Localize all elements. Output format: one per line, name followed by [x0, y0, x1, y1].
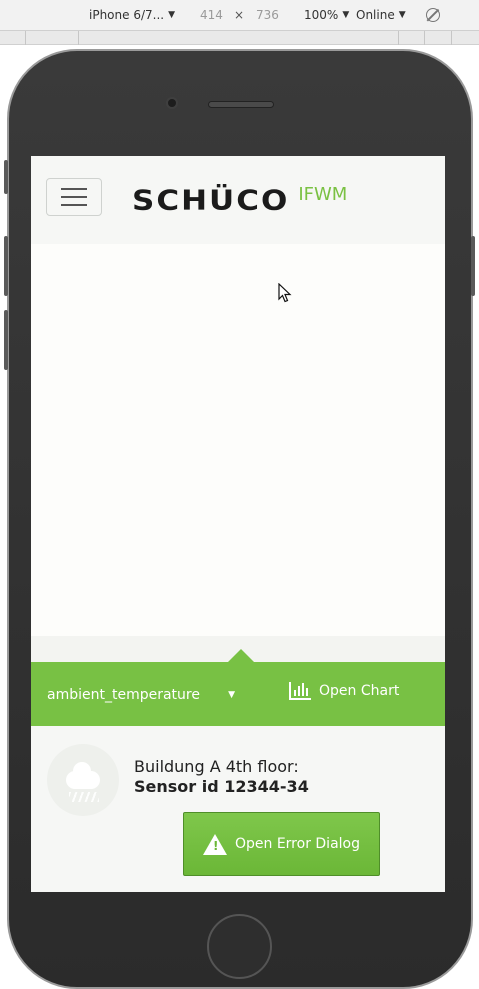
sensor-select-value: ambient_temperature: [47, 687, 200, 703]
ruler-segment[interactable]: [78, 31, 79, 45]
device-label: iPhone 6/7...: [89, 8, 165, 22]
device-select[interactable]: iPhone 6/7... ▼: [89, 8, 175, 22]
sensor-info-panel: Buildung A 4th floor: Sensor id 12344-34…: [31, 726, 445, 892]
ruler-segment[interactable]: [451, 31, 452, 45]
chevron-down-icon: ▼: [228, 690, 235, 700]
bar-chart-icon: [289, 682, 311, 700]
app-screen: SCHÜCO IFWM ambient_temperature ▼ Open C…: [31, 156, 445, 892]
brand-name: SCHÜCO: [132, 184, 290, 217]
home-button: [207, 914, 272, 979]
mute-switch: [4, 160, 8, 194]
devtools-toolbar: iPhone 6/7... ▼ 414 × 736 100% ▼ Online …: [0, 0, 479, 31]
open-chart-button[interactable]: Open Chart: [289, 682, 399, 700]
viewport-height[interactable]: 736: [256, 8, 279, 22]
sensor-bar: ambient_temperature ▼ Open Chart: [31, 662, 445, 726]
network-label: Online: [356, 8, 395, 22]
rain-cloud-icon: [66, 762, 100, 802]
sensor-id: Sensor id 12344-34: [134, 777, 309, 796]
ruler-segment[interactable]: [398, 31, 399, 45]
weather-badge: [47, 744, 119, 816]
zoom-select[interactable]: 100% ▼: [304, 8, 349, 22]
chevron-down-icon: ▼: [168, 10, 175, 20]
open-chart-label: Open Chart: [319, 683, 400, 699]
sensor-select[interactable]: ambient_temperature ▼: [47, 684, 237, 706]
hamburger-line: [61, 196, 87, 198]
dimension-separator: ×: [234, 8, 245, 22]
sensor-location: Buildung A 4th floor:: [134, 757, 299, 776]
open-error-dialog-label: Open Error Dialog: [234, 836, 360, 852]
warning-icon: !: [202, 833, 227, 855]
zoom-label: 100%: [304, 8, 339, 22]
viewport-width[interactable]: 414: [200, 8, 223, 22]
volume-up-button: [4, 236, 8, 296]
hamburger-line: [61, 204, 87, 206]
ruler-segment[interactable]: [424, 31, 425, 45]
power-button: [471, 236, 475, 296]
menu-button[interactable]: [46, 178, 102, 216]
hamburger-line: [61, 188, 87, 190]
rotate-icon[interactable]: [426, 8, 440, 22]
network-select[interactable]: Online ▼: [356, 8, 406, 22]
brand-logo[interactable]: SCHÜCO IFWM: [132, 184, 347, 214]
camera-icon: [166, 97, 178, 109]
chevron-down-icon: ▼: [398, 10, 406, 20]
map-area[interactable]: [31, 244, 445, 636]
chevron-down-icon: ▼: [342, 10, 350, 20]
app-header: SCHÜCO IFWM: [31, 156, 445, 244]
brand-suffix: IFWM: [298, 184, 348, 205]
marker-pointer-icon: [228, 649, 254, 662]
speaker-grille: [208, 101, 274, 108]
open-error-dialog-button[interactable]: ! Open Error Dialog: [183, 812, 380, 876]
volume-down-button: [4, 310, 8, 370]
ruler-segment[interactable]: [25, 31, 26, 45]
media-query-ruler: [0, 31, 479, 45]
